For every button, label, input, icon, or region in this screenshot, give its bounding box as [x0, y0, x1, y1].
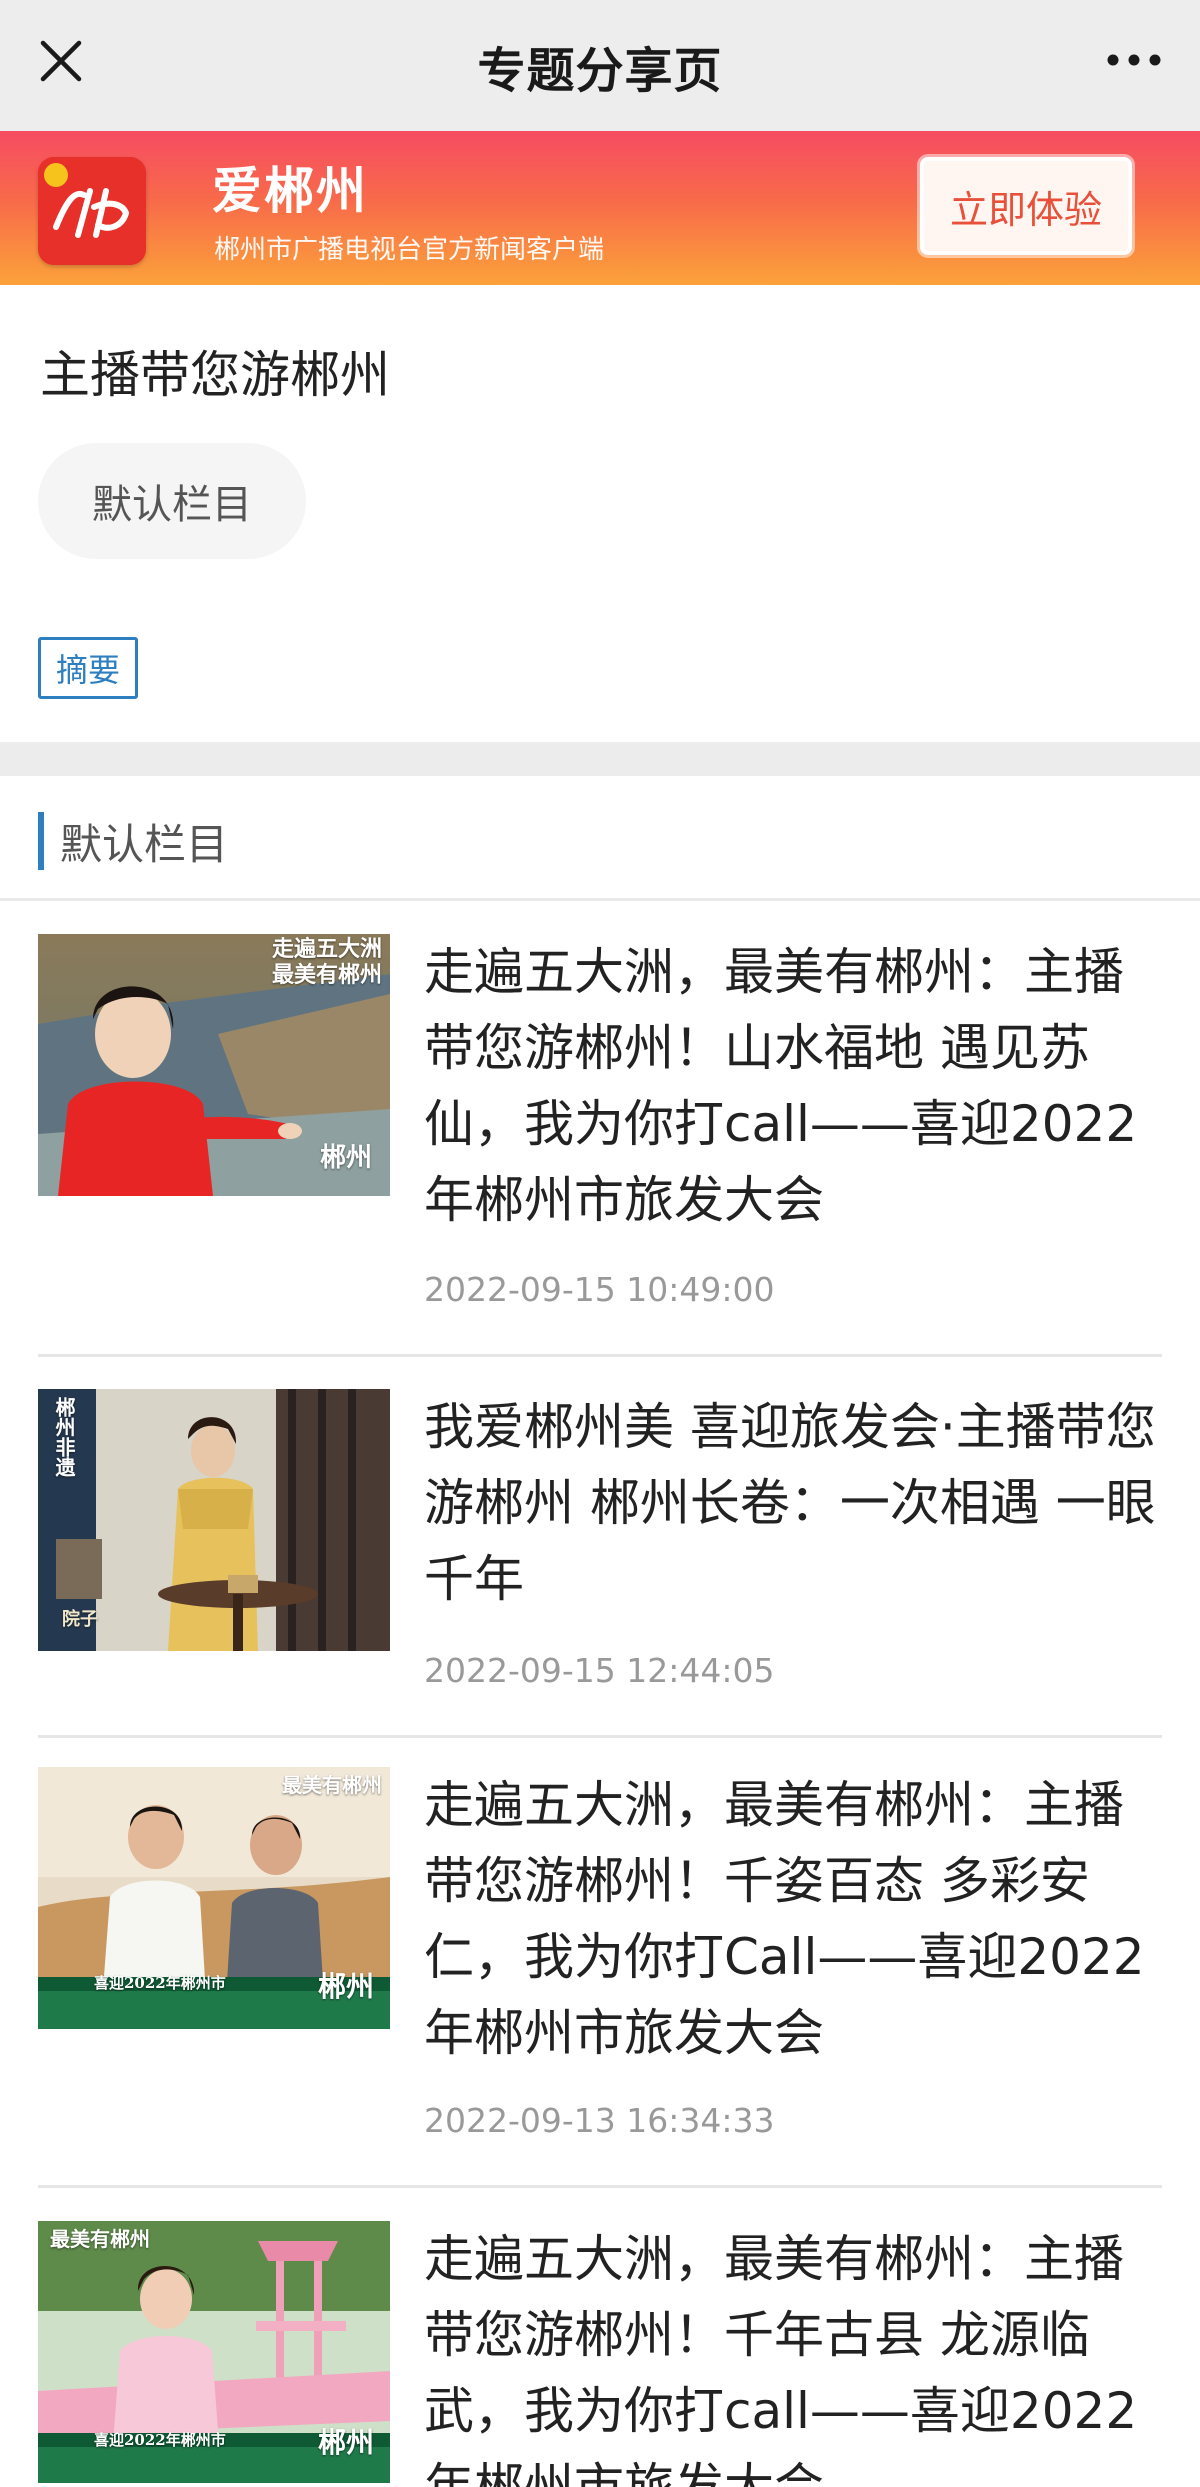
article-thumbnail: 走遍五大洲 最美有郴州 郴州 [38, 934, 390, 1196]
thumbnail-caption-line: 最美有郴州 [271, 962, 382, 988]
column-chip-default[interactable]: 默认栏目 [38, 443, 306, 559]
app-promo-banner: 爱郴州 郴州市广播电视台官方新闻客户端 立即体验 [0, 131, 1200, 285]
summary-tag[interactable]: 摘要 [38, 637, 138, 699]
article-thumbnail: 最美有郴州 喜迎2022年郴州市 郴州 [38, 2221, 390, 2483]
page-title: 专题分享页 [477, 42, 723, 99]
article-title[interactable]: 走遍五大洲，最美有郴州：主播带您游郴州！千姿百态 多彩安仁，我为你打Call——… [424, 1767, 1164, 2071]
article-date: 2022-09-13 16:34:33 [424, 2101, 775, 2140]
article-thumbnail: 最美有郴州 喜迎2022年郴州市 郴州 [38, 1767, 390, 2029]
thumbnail-caption: 最美有郴州 [282, 1773, 382, 1797]
close-button[interactable] [36, 34, 86, 88]
section-accent-bar [38, 812, 44, 870]
section-header: 默认栏目 [38, 812, 228, 870]
article-date: 2022-09-15 10:49:00 [424, 1270, 775, 1309]
close-icon [40, 40, 82, 82]
app-description: 郴州市广播电视台官方新闻客户端 [214, 235, 605, 265]
section-divider [0, 898, 1200, 901]
item-divider [38, 1354, 1162, 1357]
thumbnail-logo: 郴州 [317, 2426, 374, 2459]
item-divider [38, 2185, 1162, 2188]
thumbnail-logo: 郴州 [317, 1970, 374, 2003]
topic-title: 主播带您游郴州 [40, 346, 390, 404]
more-button[interactable] [1104, 40, 1164, 80]
article-date: 2022-09-15 12:44:05 [424, 1651, 775, 1690]
thumbnail-caption: 最美有郴州 [50, 2227, 150, 2251]
thumbnail-caption: 走遍五大洲 最美有郴州 [272, 936, 382, 988]
thumbnail-logo: 郴州 [319, 1143, 372, 1173]
article-title[interactable]: 走遍五大洲，最美有郴州：主播带您游郴州！山水福地 遇见苏仙，我为你打call——… [424, 934, 1164, 1238]
article-item[interactable]: 最美有郴州 喜迎2022年郴州市 郴州 走遍五大洲，最美有郴州：主播带您游郴州！… [38, 1767, 1164, 2188]
app-name: 爱郴州 [212, 162, 368, 220]
thumbnail-caption: 喜迎2022年郴州市 [94, 2431, 226, 2449]
article-thumbnail: 郴州非遗 院子 [38, 1389, 390, 1651]
article-item[interactable]: 走遍五大洲 最美有郴州 郴州 走遍五大洲，最美有郴州：主播带您游郴州！山水福地 … [38, 934, 1164, 1357]
try-now-button[interactable]: 立即体验 [920, 157, 1132, 255]
article-title[interactable]: 我爱郴州美 喜迎旅发会·主播带您游郴州 郴州长卷：一次相遇 一眼千年 [424, 1389, 1164, 1617]
article-title[interactable]: 走遍五大洲，最美有郴州：主播带您游郴州！千年古县 龙源临武，我为你打call——… [424, 2221, 1162, 2487]
thumbnail-caption: 院子 [62, 1609, 98, 1630]
section-gap [0, 742, 1200, 776]
article-item[interactable]: 最美有郴州 喜迎2022年郴州市 郴州 走遍五大洲，最美有郴州：主播带您游郴州！… [38, 2221, 1162, 2487]
thumbnail-caption-line: 走遍五大洲 [271, 936, 382, 962]
thumbnail-caption: 郴州非遗 [52, 1397, 76, 1477]
item-divider [38, 1735, 1162, 1738]
more-icon [1107, 54, 1161, 66]
app-logo-icon [38, 157, 146, 265]
top-nav-bar: 专题分享页 [0, 0, 1200, 131]
thumbnail-caption: 喜迎2022年郴州市 [94, 1974, 226, 1992]
article-item[interactable]: 郴州非遗 院子 我爱郴州美 喜迎旅发会·主播带您游郴州 郴州长卷：一次相遇 一眼… [38, 1389, 1162, 1739]
section-title: 默认栏目 [60, 819, 229, 869]
